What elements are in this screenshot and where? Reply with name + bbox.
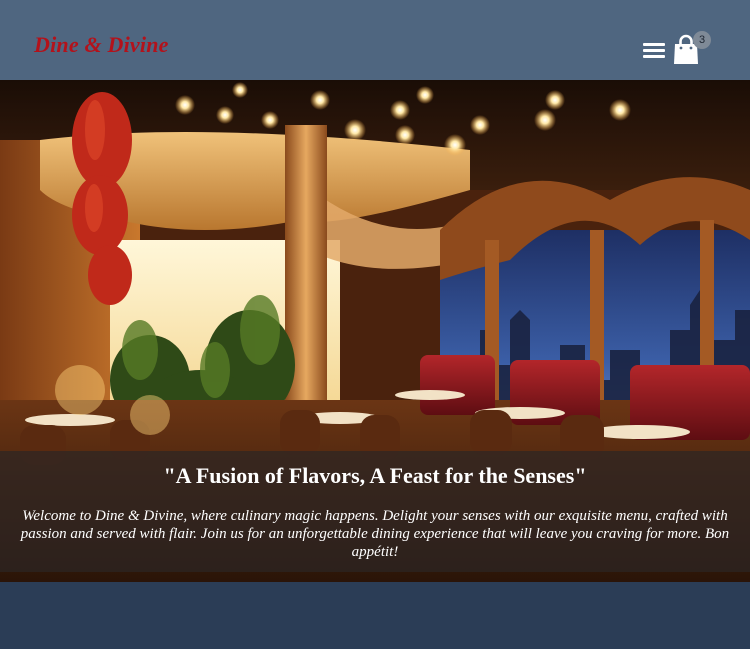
hero-description: Welcome to Dine & Divine, where culinary… <box>20 508 730 560</box>
hero-section: "A Fusion of Flavors, A Feast for the Se… <box>0 80 750 582</box>
page-footer-band <box>0 582 750 649</box>
cart-count-badge: 3 <box>693 31 711 49</box>
site-header: Dine & Divine 3 <box>0 0 750 80</box>
menu-bar <box>643 43 665 46</box>
hero-title: "A Fusion of Flavors, A Feast for the Se… <box>163 463 587 488</box>
brand-logo[interactable]: Dine & Divine <box>34 34 169 56</box>
menu-bar <box>643 49 665 52</box>
cart-button[interactable]: 3 <box>673 31 711 65</box>
hamburger-menu-icon[interactable] <box>643 43 665 61</box>
menu-bar <box>643 55 665 58</box>
hero-caption: "A Fusion of Flavors, A Feast for the Se… <box>0 451 750 572</box>
page: Dine & Divine 3 "A Fusion of Flavors, A … <box>0 0 750 649</box>
